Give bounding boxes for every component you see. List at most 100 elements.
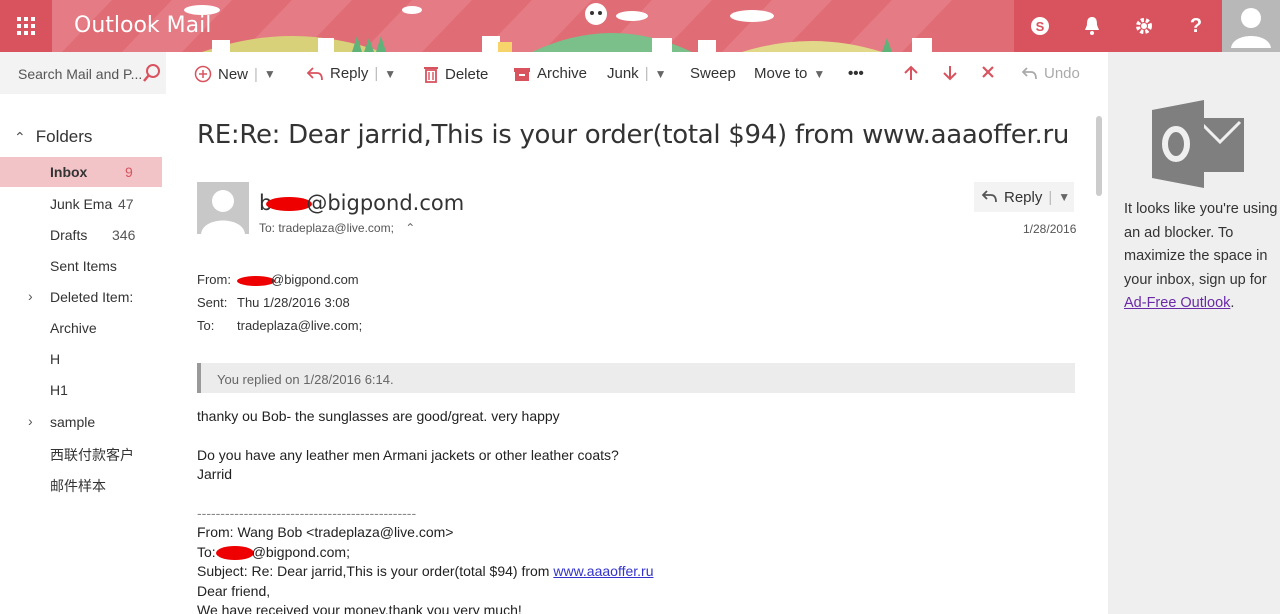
reply-toolbar-button[interactable]: Reply | ▼ — [306, 65, 396, 82]
folder-sent[interactable]: Sent Items — [0, 251, 162, 281]
move-to-button[interactable]: Move to ▼ — [754, 65, 825, 82]
app-launcher-button[interactable] — [0, 0, 52, 52]
ad-message-period: . — [1230, 295, 1235, 311]
folder-label: 邮件样本 — [50, 478, 106, 494]
search-icon[interactable] — [142, 63, 162, 83]
chevron-down-icon[interactable]: ▼ — [264, 67, 276, 81]
folder-count: 9 — [125, 164, 133, 180]
chevron-down-icon[interactable]: ▼ — [1058, 190, 1070, 204]
sender-address[interactable]: b@bigpond.com — [259, 191, 464, 215]
separator: | — [1048, 188, 1053, 206]
collapse-icon[interactable]: ⌃ — [405, 221, 415, 235]
delete-label: Delete — [445, 65, 489, 83]
message-body: thanky ou Bob- the sunglasses are good/g… — [197, 407, 654, 614]
folder-deleted[interactable]: › Deleted Item: — [0, 282, 162, 312]
junk-button[interactable]: Junk | ▼ — [607, 65, 666, 82]
previous-message-button[interactable] — [904, 65, 918, 81]
folder-label: sample — [50, 414, 96, 430]
help-button[interactable]: ? — [1170, 0, 1222, 52]
search-placeholder: Search Mail and P... — [18, 66, 143, 82]
next-message-button[interactable] — [943, 65, 957, 81]
close-message-button[interactable] — [981, 65, 995, 79]
sweep-label: Sweep — [690, 65, 736, 82]
folder-h[interactable]: H — [0, 344, 162, 374]
folder-pane: ⌃ Folders Inbox 9 Junk Ema 47 Drafts 346… — [0, 94, 167, 614]
scrollbar[interactable] — [1096, 116, 1102, 196]
folder-h1[interactable]: H1 — [0, 375, 162, 405]
quoted-to-key: To: — [197, 543, 216, 560]
skype-button[interactable]: S — [1014, 0, 1066, 52]
folder-label: Archive — [50, 320, 97, 336]
arrow-down-icon — [943, 66, 957, 81]
folder-sample[interactable]: › sample — [0, 407, 162, 437]
chevron-down-icon[interactable]: ▼ — [655, 67, 667, 81]
folders-header-label: Folders — [35, 127, 93, 146]
folder-label: Sent Items — [50, 258, 117, 274]
chevron-right-icon[interactable]: › — [28, 413, 33, 429]
search-input[interactable]: Search Mail and P... — [0, 52, 166, 94]
folder-archive[interactable]: Archive — [0, 313, 162, 343]
separator: | — [644, 65, 649, 82]
archive-label: Archive — [537, 65, 588, 82]
undo-button[interactable]: Undo — [1022, 65, 1080, 82]
message-date: 1/28/2016 — [1023, 222, 1077, 236]
ad-free-outlook-link[interactable]: Ad-Free Outlook — [1124, 295, 1230, 311]
delete-button[interactable]: Delete — [423, 65, 488, 83]
folder-label: H — [50, 351, 61, 367]
reply-button[interactable]: Reply | ▼ — [974, 182, 1074, 212]
folder-label: Drafts — [50, 227, 88, 243]
header-value: Thu 1/28/2016 3:08 — [237, 295, 350, 310]
new-button[interactable]: New | ▼ — [194, 65, 276, 83]
plus-circle-icon — [194, 65, 212, 83]
chevron-right-icon[interactable]: › — [28, 288, 33, 304]
quoted-to-domain: @bigpond.com; — [251, 543, 350, 560]
sender-avatar — [197, 182, 249, 234]
sweep-button[interactable]: Sweep — [690, 65, 736, 82]
archive-button[interactable]: Archive — [513, 65, 587, 82]
quote-divider: ----------------------------------------… — [197, 505, 417, 522]
reply-icon — [982, 190, 997, 203]
bell-icon — [1085, 17, 1099, 35]
folder-western-union-customers[interactable]: 西联付款客户 — [0, 438, 162, 468]
folder-label: Inbox — [50, 164, 88, 180]
body-line: Jarrid — [197, 466, 233, 483]
separator: | — [374, 65, 379, 82]
chevron-down-icon[interactable]: ▼ — [384, 67, 396, 81]
reading-pane: RE:Re: Dear jarrid,This is your order(to… — [166, 94, 1108, 614]
trash-icon — [424, 67, 438, 83]
quoted-greeting: Dear friend, — [197, 582, 271, 599]
folder-inbox[interactable]: Inbox 9 — [0, 157, 162, 187]
command-bar: New | ▼ Reply | ▼ Delete Archive Junk | … — [166, 52, 1108, 95]
folders-header[interactable]: ⌃ Folders — [14, 127, 92, 147]
header-from-domain: @bigpond.com — [271, 272, 359, 287]
ad-pane: It looks like you're using an ad blocker… — [1108, 52, 1280, 614]
header-key: Sent: — [197, 295, 228, 310]
folder-drafts[interactable]: Drafts 346 — [0, 220, 162, 250]
more-icon: ••• — [848, 65, 864, 82]
recipient-line: To: tradeplaza@live.com; ⌃ — [259, 221, 415, 235]
move-to-label: Move to — [754, 65, 808, 82]
folder-junk[interactable]: Junk Ema 47 — [0, 189, 162, 219]
header-value: tradeplaza@live.com; — [237, 318, 363, 333]
notifications-button[interactable] — [1066, 0, 1118, 52]
ad-blocker-message: It looks like you're using an ad blocker… — [1124, 198, 1280, 316]
reply-label: Reply — [330, 65, 369, 82]
folder-label: 西联付款客户 — [50, 447, 134, 463]
account-button[interactable] — [1222, 0, 1280, 52]
header-key: From: — [197, 272, 231, 287]
quoted-to: To: @bigpond.com; — [197, 543, 654, 562]
arrow-up-icon — [904, 65, 918, 80]
outlook-logo-icon — [1152, 100, 1244, 188]
svg-text:S: S — [1036, 19, 1045, 34]
folder-mail-samples[interactable]: 邮件样本 — [0, 469, 162, 499]
quoted-subject-text: Subject: Re: Dear jarrid,This is your or… — [197, 563, 554, 580]
separator: | — [254, 65, 258, 83]
avatar-icon — [1231, 8, 1271, 48]
more-button[interactable]: ••• — [848, 65, 864, 82]
settings-button[interactable] — [1118, 0, 1170, 52]
undo-icon — [1022, 66, 1037, 79]
order-link[interactable]: www.aaaoffer.ru — [553, 563, 653, 579]
body-line: thanky ou Bob- the sunglasses are good/g… — [197, 408, 560, 424]
header-value: @bigpond.com — [237, 272, 359, 287]
top-banner: Outlook Mail S ? — [0, 0, 1280, 52]
